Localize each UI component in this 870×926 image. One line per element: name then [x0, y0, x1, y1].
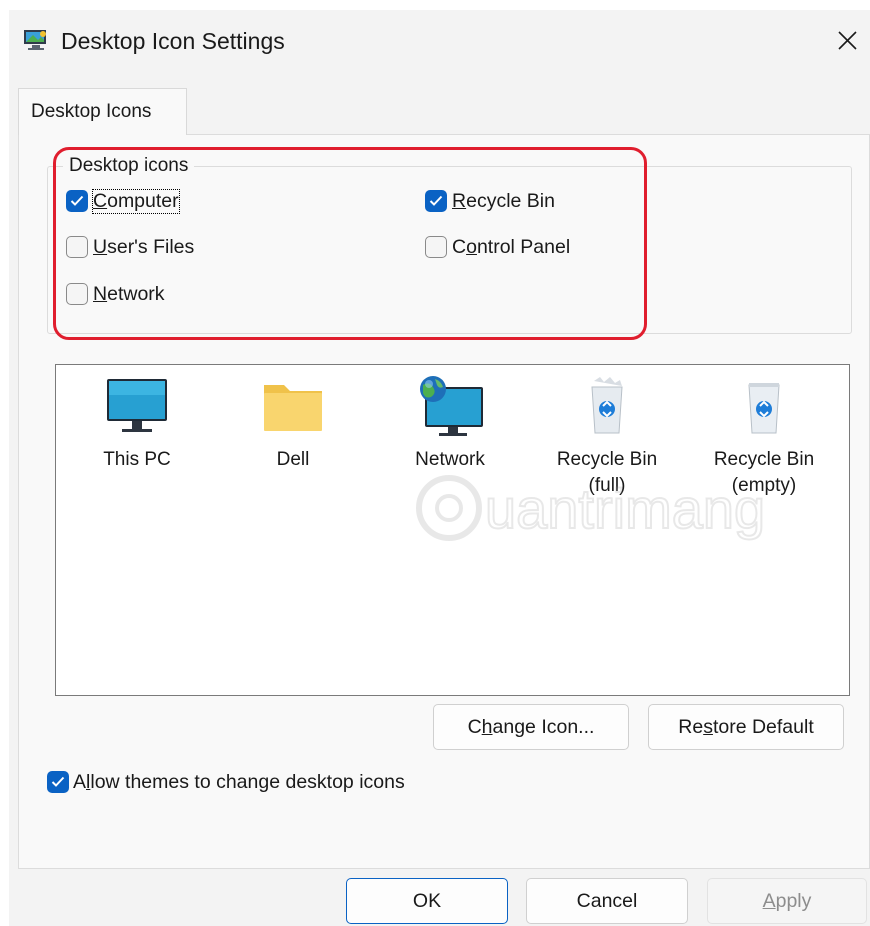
apply-button[interactable]: Apply [707, 878, 867, 924]
icon-item-label: Network [415, 449, 485, 470]
computer-label: Computer [92, 188, 180, 214]
computer-checkbox[interactable]: Computer [66, 188, 180, 214]
users-files-label: User's Files [93, 235, 195, 258]
checkbox-box [66, 236, 88, 258]
dialog-window: Desktop Icon Settings Desktop Icons Desk… [9, 10, 870, 926]
close-button[interactable] [827, 20, 867, 60]
checkbox-box [66, 190, 88, 212]
icon-item-recycle-bin-full[interactable]: Recycle Bin (full) [532, 375, 682, 499]
control-panel-checkbox[interactable]: Control Panel [425, 234, 570, 260]
checkmark-icon [429, 195, 443, 206]
checkmark-icon [51, 776, 65, 787]
control-panel-label: Control Panel [452, 235, 571, 258]
ok-button[interactable]: OK [346, 878, 508, 924]
group-legend: Desktop icons [63, 155, 195, 177]
tab-desktop-icons[interactable]: Desktop Icons [18, 88, 187, 135]
change-icon-button[interactable]: Change Icon... [433, 704, 629, 750]
icon-item-dell[interactable]: Dell [218, 375, 368, 473]
network-icon [420, 376, 483, 436]
cancel-button[interactable]: Cancel [526, 878, 688, 924]
checkbox-box [66, 283, 88, 305]
desktop-settings-icon [24, 30, 46, 50]
checkbox-box [425, 236, 447, 258]
folder-icon [264, 385, 322, 431]
monitor-icon [107, 379, 167, 432]
icon-list[interactable]: This PC Dell Network Recycle Bin (full) … [55, 364, 850, 696]
icon-item-label: Recycle Bin (empty) [713, 449, 815, 496]
icon-item-label: This PC [103, 449, 171, 470]
close-icon [838, 31, 857, 50]
allow-themes-label: Allow themes to change desktop icons [73, 770, 405, 793]
recycle-bin-label: Recycle Bin [452, 189, 555, 212]
recycle-bin-empty-icon [748, 383, 780, 434]
tab-label: Desktop Icons [31, 101, 152, 122]
allow-themes-checkbox[interactable]: Allow themes to change desktop icons [47, 769, 405, 795]
network-label: Network [93, 282, 165, 305]
network-checkbox[interactable]: Network [66, 281, 165, 307]
recycle-bin-checkbox[interactable]: Recycle Bin [425, 188, 555, 214]
users-files-checkbox[interactable]: User's Files [66, 234, 194, 260]
checkbox-box [425, 190, 447, 212]
icon-item-label: Dell [276, 449, 310, 470]
checkmark-icon [70, 195, 84, 206]
icon-item-label: Recycle Bin (full) [556, 449, 658, 496]
icon-item-recycle-bin-empty[interactable]: Recycle Bin (empty) [689, 375, 839, 499]
window-title: Desktop Icon Settings [61, 28, 285, 54]
icon-item-network[interactable]: Network [375, 375, 525, 473]
checkbox-box [47, 771, 69, 793]
recycle-bin-full-icon [591, 377, 623, 434]
title-bar: Desktop Icon Settings [9, 10, 870, 70]
restore-default-button[interactable]: Restore Default [648, 704, 844, 750]
icon-item-this-pc[interactable]: This PC [62, 375, 212, 473]
